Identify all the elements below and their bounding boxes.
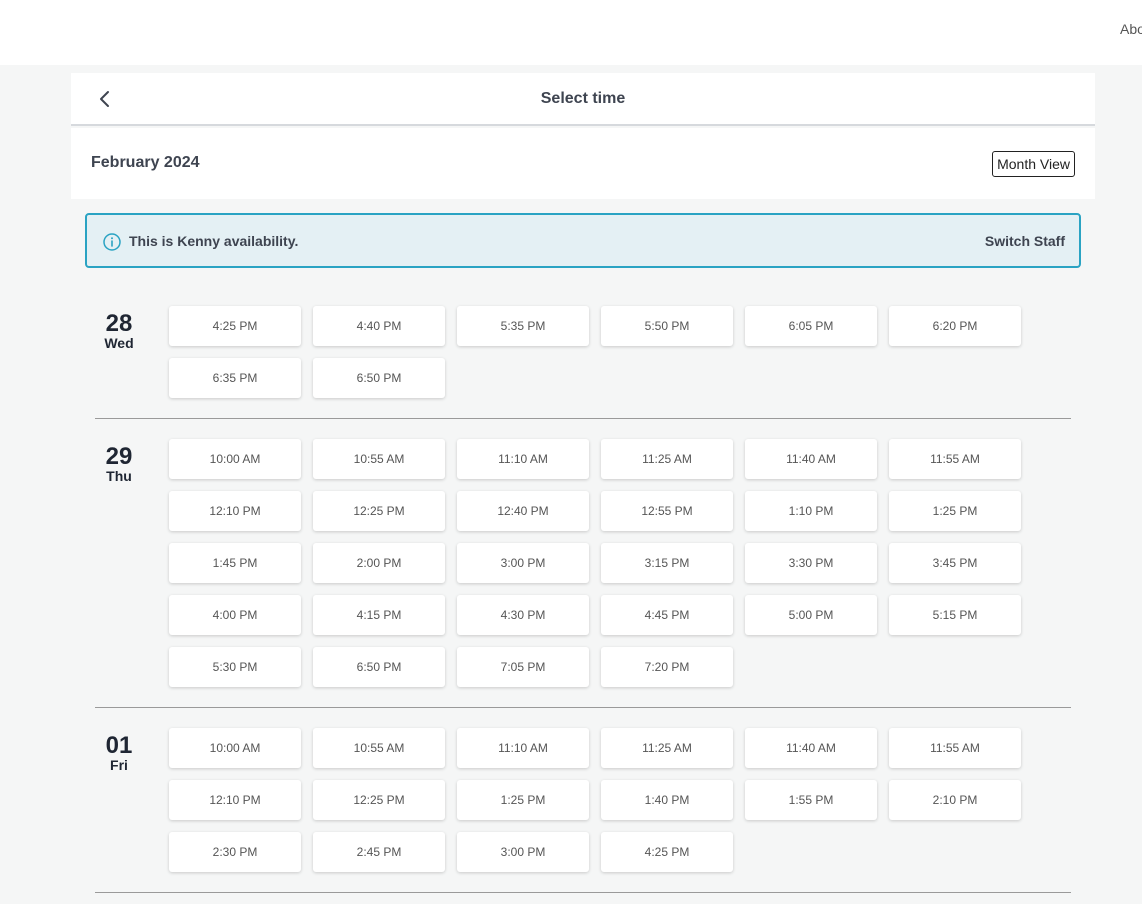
time-slot-button[interactable]: 11:10 AM [457, 728, 589, 768]
time-slot-button[interactable]: 1:45 PM [169, 543, 301, 583]
time-slot-button[interactable]: 11:25 AM [601, 439, 733, 479]
time-slot-button[interactable]: 3:45 PM [889, 543, 1021, 583]
time-slot-button[interactable]: 1:40 PM [601, 780, 733, 820]
time-slot-button[interactable]: 12:55 PM [601, 491, 733, 531]
switch-staff-link[interactable]: Switch Staff [985, 233, 1065, 249]
day-divider [95, 418, 1071, 419]
time-slot-button[interactable]: 11:55 AM [889, 728, 1021, 768]
availability-notice: This is Kenny availability. Switch Staff [85, 213, 1081, 268]
page-title: Select time [540, 90, 626, 107]
time-slot-button[interactable]: 6:50 PM [313, 647, 445, 687]
time-slot-button[interactable]: 12:40 PM [457, 491, 589, 531]
time-slot-button[interactable]: 12:10 PM [169, 780, 301, 820]
day-weekday: Wed [104, 335, 134, 351]
time-slot-button[interactable]: 6:05 PM [745, 306, 877, 346]
time-slot-button[interactable]: 2:30 PM [169, 832, 301, 872]
time-slot-button[interactable]: 11:25 AM [601, 728, 733, 768]
day-divider [95, 892, 1071, 893]
time-slot-grid: 10:00 AM 10:55 AM 11:10 AM 11:25 AM 11:4… [169, 439, 1039, 687]
time-slot-button[interactable]: 5:50 PM [601, 306, 733, 346]
time-slot-button[interactable]: 12:25 PM [313, 780, 445, 820]
day-number: 28 [105, 310, 133, 337]
time-slot-button[interactable]: 3:00 PM [457, 543, 589, 583]
time-slot-button[interactable]: 7:05 PM [457, 647, 589, 687]
time-slot-button[interactable]: 4:45 PM [601, 595, 733, 635]
day-label: 01 Fri [95, 732, 143, 773]
time-slot-button[interactable]: 4:30 PM [457, 595, 589, 635]
time-slot-button[interactable]: 6:20 PM [889, 306, 1021, 346]
time-slot-button[interactable]: 10:55 AM [313, 439, 445, 479]
month-view-button[interactable]: Month View [992, 151, 1075, 177]
time-slot-button[interactable]: 1:25 PM [457, 780, 589, 820]
time-slot-button[interactable]: 10:00 AM [169, 439, 301, 479]
info-icon [102, 232, 122, 252]
day-divider [95, 707, 1071, 708]
day-weekday: Thu [106, 468, 132, 484]
time-slot-button[interactable]: 5:35 PM [457, 306, 589, 346]
time-slot-button[interactable]: 6:50 PM [313, 358, 445, 398]
day-number: 01 [105, 732, 133, 759]
time-slot-button[interactable]: 4:15 PM [313, 595, 445, 635]
time-slot-button[interactable]: 11:10 AM [457, 439, 589, 479]
notice-text: This is Kenny availability. [129, 233, 299, 249]
day-label: 28 Wed [95, 310, 143, 351]
day-label: 29 Thu [95, 443, 143, 484]
time-slot-button[interactable]: 12:25 PM [313, 491, 445, 531]
time-slot-button[interactable]: 6:35 PM [169, 358, 301, 398]
page-header: Select time [71, 73, 1095, 126]
time-slot-button[interactable]: 10:55 AM [313, 728, 445, 768]
time-slot-button[interactable]: 7:20 PM [601, 647, 733, 687]
time-slot-button[interactable]: 4:25 PM [169, 306, 301, 346]
time-slot-button[interactable]: 5:30 PM [169, 647, 301, 687]
time-slot-button[interactable]: 5:00 PM [745, 595, 877, 635]
time-slot-button[interactable]: 4:25 PM [601, 832, 733, 872]
time-slot-button[interactable]: 2:10 PM [889, 780, 1021, 820]
time-slot-button[interactable]: 2:45 PM [313, 832, 445, 872]
month-bar: February 2024 Month View [71, 128, 1095, 199]
day-number: 29 [105, 443, 133, 470]
time-slot-button[interactable]: 3:30 PM [745, 543, 877, 583]
top-navigation-bar: Abo [0, 0, 1142, 65]
time-slot-button[interactable]: 2:00 PM [313, 543, 445, 583]
nav-link-about[interactable]: Abo [1120, 21, 1142, 37]
day-weekday: Fri [110, 757, 128, 773]
time-slot-button[interactable]: 1:25 PM [889, 491, 1021, 531]
time-slot-button[interactable]: 3:15 PM [601, 543, 733, 583]
time-slot-button[interactable]: 4:00 PM [169, 595, 301, 635]
time-slot-button[interactable]: 5:15 PM [889, 595, 1021, 635]
current-month-label: February 2024 [91, 154, 200, 171]
time-slot-grid: 4:25 PM 4:40 PM 5:35 PM 5:50 PM 6:05 PM … [169, 306, 1039, 398]
time-slot-button[interactable]: 10:00 AM [169, 728, 301, 768]
time-slot-button[interactable]: 3:00 PM [457, 832, 589, 872]
time-slot-button[interactable]: 4:40 PM [313, 306, 445, 346]
time-slot-button[interactable]: 1:10 PM [745, 491, 877, 531]
time-slot-button[interactable]: 1:55 PM [745, 780, 877, 820]
time-slot-button[interactable]: 11:55 AM [889, 439, 1021, 479]
time-slot-button[interactable]: 11:40 AM [745, 728, 877, 768]
time-slot-button[interactable]: 11:40 AM [745, 439, 877, 479]
time-slot-button[interactable]: 12:10 PM [169, 491, 301, 531]
time-slot-grid: 10:00 AM 10:55 AM 11:10 AM 11:25 AM 11:4… [169, 728, 1039, 872]
